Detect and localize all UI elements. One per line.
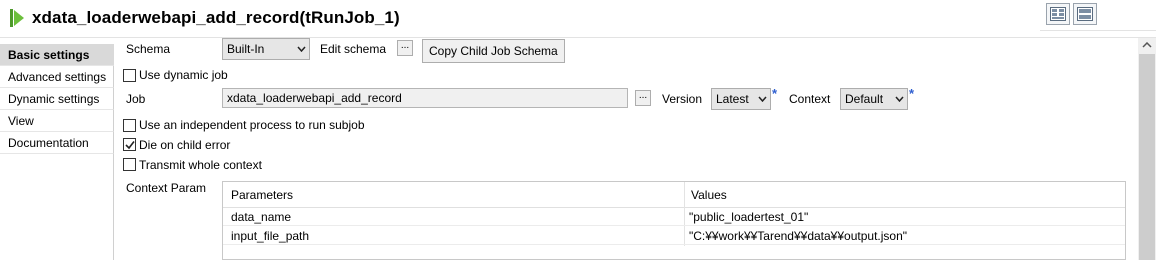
context-label: Context (789, 92, 831, 106)
value-cell[interactable]: "public_loadertest_01" (689, 210, 808, 224)
parameter-cell: data_name (231, 210, 292, 224)
version-label: Version (662, 92, 703, 106)
scrollbar-thumb[interactable] (1139, 54, 1155, 260)
chevron-down-icon (297, 46, 306, 52)
die-on-child-error-label: Die on child error (139, 138, 231, 152)
copy-child-job-schema-button[interactable]: Copy Child Job Schema (422, 39, 565, 63)
transmit-whole-context-label: Transmit whole context (139, 158, 262, 172)
context-select-value: Default (845, 92, 884, 106)
use-dynamic-job-checkbox[interactable] (123, 69, 136, 82)
table-row[interactable]: input_file_path "C:¥¥work¥¥Tarend¥¥data¥… (223, 227, 1125, 245)
schema-label: Schema (126, 42, 171, 56)
schema-select[interactable]: Built-In (222, 38, 310, 60)
die-on-child-error-checkbox[interactable] (123, 138, 136, 151)
vertical-scrollbar[interactable] (1138, 38, 1156, 260)
table-row[interactable]: data_name "public_loadertest_01" (223, 208, 1125, 226)
version-required-mark: * (772, 86, 778, 101)
independent-process-checkbox[interactable] (123, 119, 136, 132)
context-param-table: Parameters Values data_name "public_load… (222, 181, 1126, 260)
chevron-up-icon[interactable] (1142, 42, 1152, 48)
transmit-whole-context-checkbox[interactable] (123, 158, 136, 171)
chevron-down-icon (758, 96, 767, 102)
browse-job-button[interactable]: ... (635, 90, 651, 106)
table-header: Parameters Values (223, 182, 1125, 208)
context-required-mark: * (909, 86, 915, 101)
tab-view[interactable]: View (0, 110, 114, 132)
tab-advanced-settings[interactable]: Advanced settings (0, 66, 114, 88)
title-bar: xdata_loaderwebapi_add_record(tRunJob_1) (0, 0, 1156, 38)
column-header-values[interactable]: Values (691, 188, 727, 202)
edit-schema-button[interactable]: ... (397, 40, 413, 56)
basic-settings-panel: Schema Built-In Edit schema ... Copy Chi… (114, 38, 1138, 260)
context-param-label: Context Param (126, 181, 207, 195)
play-icon (10, 9, 24, 27)
grid-layout-button[interactable] (1046, 3, 1070, 25)
version-select-value: Latest (716, 92, 749, 106)
rows-layout-button[interactable] (1073, 3, 1097, 25)
job-label: Job (126, 92, 146, 106)
tab-documentation[interactable]: Documentation (0, 132, 114, 154)
edit-schema-label: Edit schema (320, 42, 387, 56)
component-title: xdata_loaderwebapi_add_record(tRunJob_1) (32, 8, 400, 27)
grid-layout-icon (1050, 7, 1066, 21)
tab-basic-settings[interactable]: Basic settings (0, 44, 114, 66)
tab-dynamic-settings[interactable]: Dynamic settings (0, 88, 114, 110)
settings-tab-list: Basic settings Advanced settings Dynamic… (0, 44, 114, 154)
parameter-cell: input_file_path (231, 229, 310, 243)
chevron-down-icon (895, 96, 904, 102)
job-field[interactable]: xdata_loaderwebapi_add_record (222, 88, 628, 108)
divider (1040, 30, 1156, 31)
column-header-parameters[interactable]: Parameters (231, 188, 293, 202)
use-dynamic-job-label: Use dynamic job (139, 68, 228, 82)
independent-process-label: Use an independent process to run subjob (139, 118, 365, 132)
schema-select-value: Built-In (227, 42, 265, 56)
version-select[interactable]: Latest (711, 88, 771, 110)
rows-layout-icon (1077, 7, 1093, 21)
value-cell[interactable]: "C:¥¥work¥¥Tarend¥¥data¥¥output.json" (689, 229, 907, 243)
context-select[interactable]: Default (840, 88, 908, 110)
checkmark-icon (125, 141, 135, 150)
